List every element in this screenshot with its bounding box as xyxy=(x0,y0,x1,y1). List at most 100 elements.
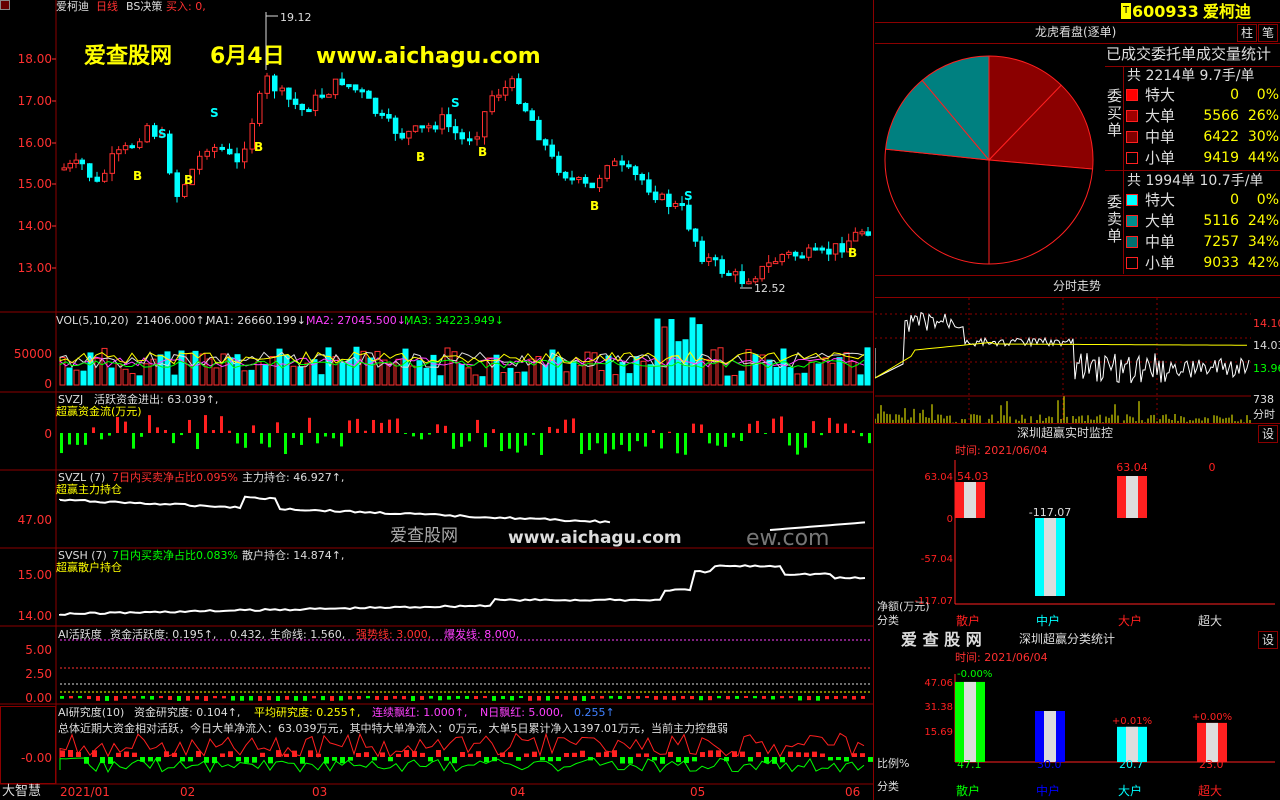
chart-area[interactable]: 爱柯迪 日线 BS决策 买入: 0, 爱查股网 6月4日 www.aichagu… xyxy=(0,0,874,800)
sell-row-percent: 34% xyxy=(1247,234,1279,250)
candle xyxy=(446,114,452,128)
activity-bar xyxy=(573,696,577,701)
fund-flow-bar xyxy=(588,433,591,451)
candle xyxy=(312,94,319,112)
research-bar xyxy=(564,752,569,757)
buy-row-swatch xyxy=(1126,131,1138,143)
volume-bar xyxy=(479,376,486,386)
monitor-settings-button[interactable]: 设 xyxy=(1258,425,1278,443)
activity-bar xyxy=(294,696,298,701)
sell-row-name: 小单 xyxy=(1145,254,1176,272)
candle xyxy=(366,90,372,99)
research-bar xyxy=(660,757,665,764)
fund-flow-bar xyxy=(284,433,287,455)
svzj-axis: 0 xyxy=(44,427,52,441)
research-bar xyxy=(652,757,657,761)
research-bar xyxy=(596,752,601,757)
fund-flow-bar xyxy=(420,433,423,440)
ai2-nday: N日飘红: 5.000, xyxy=(480,706,564,719)
buy-row-percent: 30% xyxy=(1247,129,1279,145)
research-bar xyxy=(228,751,233,757)
activity-bar xyxy=(654,696,658,700)
candle xyxy=(576,177,582,181)
vol-axis-0: 0 xyxy=(44,377,52,391)
volume-bar xyxy=(150,358,157,386)
candle xyxy=(496,94,502,98)
volume-bar xyxy=(416,360,423,386)
category-settings-button[interactable]: 设 xyxy=(1258,631,1278,649)
activity-bar xyxy=(465,696,469,699)
fund-flow-bar xyxy=(860,433,863,437)
m2-value: 47.1 xyxy=(957,758,982,771)
tick-button[interactable]: 笔 xyxy=(1258,24,1278,42)
candle xyxy=(279,87,285,92)
research-bar xyxy=(244,757,249,763)
pie-buy-small xyxy=(988,159,1094,265)
sell-row-name: 大单 xyxy=(1145,212,1176,230)
fund-flow-bar xyxy=(460,433,463,447)
volume-bar xyxy=(262,364,269,386)
activity-bar xyxy=(672,696,676,701)
candle xyxy=(529,110,535,121)
fund-flow-bar xyxy=(684,433,687,455)
research-bar xyxy=(420,752,425,757)
fund-flow-bar xyxy=(820,433,823,436)
activity-bar xyxy=(60,696,64,699)
m1-value: 0 xyxy=(1209,461,1216,474)
fund-flow-bar xyxy=(356,418,359,433)
buy-row-percent: 26% xyxy=(1247,108,1279,124)
m1-category: 中户 xyxy=(1036,613,1060,628)
intraday-chart[interactable] xyxy=(875,298,1251,424)
research-bar xyxy=(516,757,521,761)
research-bar xyxy=(188,757,193,762)
fund-flow-bar xyxy=(396,418,399,433)
fund-flow-bar xyxy=(788,433,791,446)
column-button[interactable]: 柱 xyxy=(1237,24,1257,42)
svsh-caption: 超赢散户持仓 xyxy=(56,561,122,574)
ai2-axis-box xyxy=(0,706,56,784)
m2-axis-label: 15.69 xyxy=(924,727,953,738)
date-2021-01: 2021/01 xyxy=(60,785,110,799)
sell-row-count: 5116 xyxy=(1203,213,1239,229)
research-bar xyxy=(436,750,441,757)
research-bar xyxy=(236,757,241,762)
m1-category: 超大 xyxy=(1198,613,1222,628)
activity-bar xyxy=(78,696,82,699)
fund-flow-bar xyxy=(324,433,327,437)
m1-category: 大户 xyxy=(1118,613,1142,628)
candle xyxy=(706,257,712,262)
research-bar xyxy=(716,750,721,757)
activity-bar xyxy=(825,696,829,700)
activity-bar xyxy=(384,696,388,700)
candle xyxy=(582,177,589,184)
ai1-burst: 爆发线: 8.000, xyxy=(444,628,520,641)
activity-bar xyxy=(420,696,424,700)
volume-bar xyxy=(598,370,605,386)
candle xyxy=(452,126,459,134)
fund-flow-bar xyxy=(108,433,111,436)
candle xyxy=(419,125,425,129)
candle xyxy=(61,167,67,171)
candle xyxy=(144,125,150,143)
volume-bar xyxy=(738,370,745,386)
candle xyxy=(386,114,392,119)
research-bar xyxy=(100,757,105,764)
research-bar xyxy=(644,753,649,757)
fund-flow-bar xyxy=(348,420,351,433)
research-bar xyxy=(572,752,577,757)
ai1-axis-5: 5.00 xyxy=(25,643,52,657)
research-bar xyxy=(84,757,89,764)
m1-axis-label: 63.04 xyxy=(924,472,953,483)
activity-bar xyxy=(123,696,127,699)
activity-bar xyxy=(177,696,181,701)
research-bar xyxy=(540,757,545,761)
candle xyxy=(426,125,432,129)
category-stats-title: 深圳超赢分类统计 xyxy=(1019,632,1116,646)
volume-bar xyxy=(437,375,444,386)
ai1-val2: 0.432, xyxy=(230,628,265,641)
fund-flow-bar xyxy=(540,433,543,455)
volume-bar xyxy=(339,362,346,386)
fund-flow-bar xyxy=(620,433,623,445)
m1-bar-shine xyxy=(1044,518,1056,596)
activity-bar xyxy=(411,696,415,701)
